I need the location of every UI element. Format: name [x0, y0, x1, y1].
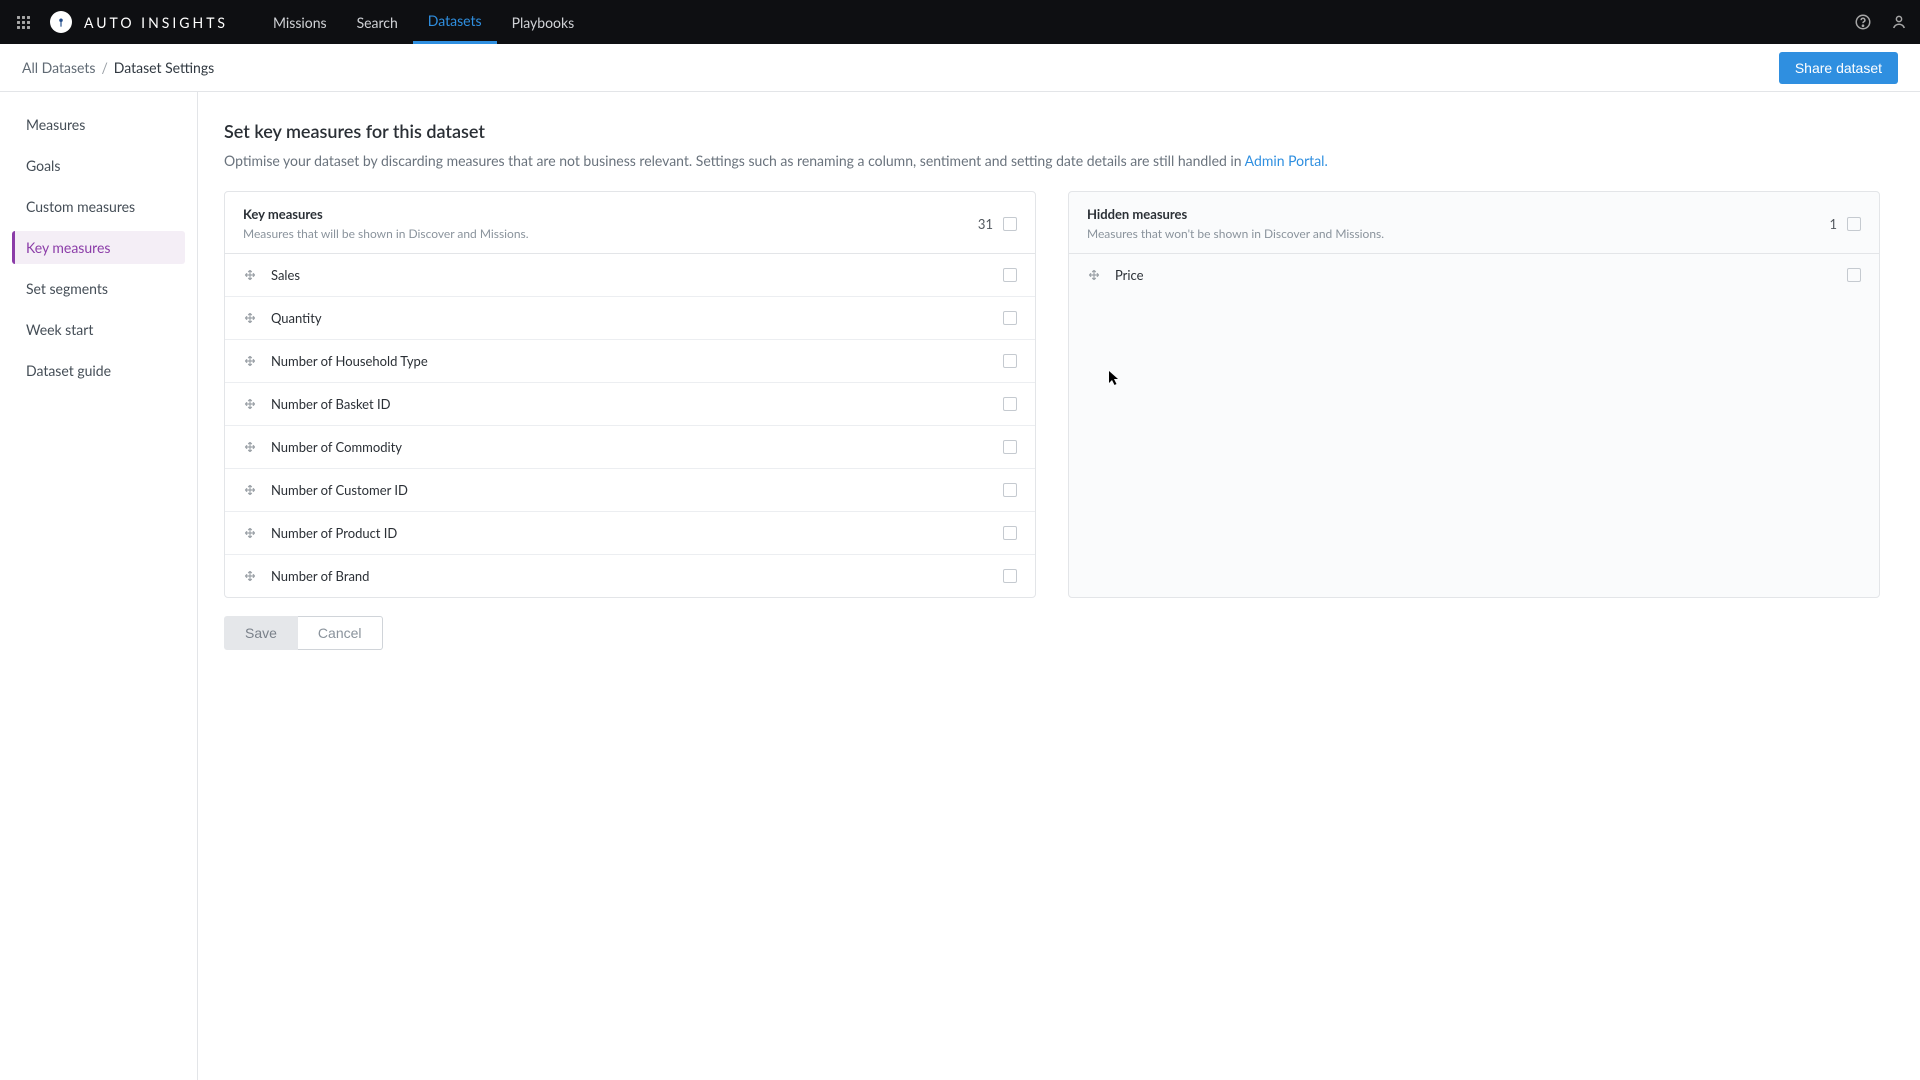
measure-checkbox[interactable] [1003, 569, 1017, 583]
sidebar-item-measures[interactable]: Measures [12, 108, 185, 141]
measure-row[interactable]: Number of Household Type [225, 340, 1035, 383]
save-button[interactable]: Save [224, 616, 298, 650]
drag-handle-icon[interactable] [243, 526, 257, 540]
measure-checkbox[interactable] [1003, 354, 1017, 368]
help-icon[interactable] [1854, 13, 1872, 31]
top-navbar: AUTO INSIGHTS Missions Search Datasets P… [0, 0, 1920, 44]
settings-sidebar: Measures Goals Custom measures Key measu… [0, 92, 198, 1080]
sidebar-item-key-measures[interactable]: Key measures [12, 231, 185, 264]
subheader: All Datasets / Dataset Settings Share da… [0, 44, 1920, 92]
key-select-all-checkbox[interactable] [1003, 217, 1017, 231]
measure-label: Number of Product ID [271, 525, 1003, 541]
hidden-select-all-checkbox[interactable] [1847, 217, 1861, 231]
key-panel-title: Key measures [243, 206, 978, 222]
page-description: Optimise your dataset by discarding meas… [224, 152, 1880, 169]
app-launcher-icon[interactable] [12, 11, 34, 33]
measure-label: Number of Household Type [271, 353, 1003, 369]
main-area: Measures Goals Custom measures Key measu… [0, 92, 1920, 1080]
hidden-panel-header: Hidden measures Measures that won't be s… [1069, 192, 1879, 254]
drag-handle-icon[interactable] [243, 311, 257, 325]
drag-handle-icon[interactable] [1087, 268, 1101, 282]
sidebar-item-goals[interactable]: Goals [12, 149, 185, 182]
drag-handle-icon[interactable] [243, 268, 257, 282]
page-desc-text: Optimise your dataset by discarding meas… [224, 152, 1245, 169]
breadcrumb-parent[interactable]: All Datasets [22, 59, 95, 76]
hidden-panel-title: Hidden measures [1087, 206, 1829, 222]
breadcrumb: All Datasets / Dataset Settings [22, 59, 214, 76]
sidebar-item-dataset-guide[interactable]: Dataset guide [12, 354, 185, 387]
measure-row[interactable]: Number of Brand [225, 555, 1035, 597]
measure-row[interactable]: Number of Customer ID [225, 469, 1035, 512]
breadcrumb-separator: / [101, 59, 107, 76]
measure-checkbox[interactable] [1003, 311, 1017, 325]
admin-portal-link[interactable]: Admin Portal. [1245, 152, 1328, 169]
measure-checkbox[interactable] [1003, 440, 1017, 454]
drag-handle-icon[interactable] [243, 397, 257, 411]
hidden-panel-count: 1 [1829, 216, 1837, 232]
page-title: Set key measures for this dataset [224, 120, 1880, 142]
measure-checkbox[interactable] [1003, 268, 1017, 282]
key-panel-header: Key measures Measures that will be shown… [225, 192, 1035, 254]
breadcrumb-current: Dataset Settings [114, 59, 214, 76]
hidden-panel-subtitle: Measures that won't be shown in Discover… [1087, 226, 1829, 241]
measure-row[interactable]: Price [1069, 254, 1879, 296]
measure-checkbox[interactable] [1003, 526, 1017, 540]
nav-missions[interactable]: Missions [258, 0, 342, 44]
measure-label: Number of Basket ID [271, 396, 1003, 412]
action-bar: Save Cancel [224, 616, 1880, 650]
measure-row[interactable]: Sales [225, 254, 1035, 297]
measure-label: Number of Commodity [271, 439, 1003, 455]
measure-label: Number of Brand [271, 568, 1003, 584]
key-measures-panel: Key measures Measures that will be shown… [224, 191, 1036, 598]
content: Set key measures for this dataset Optimi… [198, 92, 1920, 1080]
drag-handle-icon[interactable] [243, 483, 257, 497]
nav-search[interactable]: Search [342, 0, 413, 44]
brand-mark-icon [50, 11, 72, 33]
key-panel-subtitle: Measures that will be shown in Discover … [243, 226, 978, 241]
measure-checkbox[interactable] [1847, 268, 1861, 282]
user-icon[interactable] [1890, 13, 1908, 31]
measure-label: Price [1115, 267, 1847, 283]
measure-row[interactable]: Quantity [225, 297, 1035, 340]
drag-handle-icon[interactable] [243, 569, 257, 583]
measure-row[interactable]: Number of Commodity [225, 426, 1035, 469]
drag-handle-icon[interactable] [243, 440, 257, 454]
nav-datasets[interactable]: Datasets [413, 0, 497, 44]
sidebar-item-set-segments[interactable]: Set segments [12, 272, 185, 305]
measure-row[interactable]: Number of Product ID [225, 512, 1035, 555]
measure-label: Number of Customer ID [271, 482, 1003, 498]
sidebar-item-custom-measures[interactable]: Custom measures [12, 190, 185, 223]
measure-row[interactable]: Number of Basket ID [225, 383, 1035, 426]
hidden-measures-panel: Hidden measures Measures that won't be s… [1068, 191, 1880, 598]
sidebar-item-week-start[interactable]: Week start [12, 313, 185, 346]
hidden-measure-list[interactable]: Price [1069, 254, 1879, 597]
measure-label: Sales [271, 267, 1003, 283]
key-measure-list[interactable]: Sales Quantity Number of Household Type Num… [225, 254, 1035, 597]
cancel-button[interactable]: Cancel [298, 616, 383, 650]
measure-label: Quantity [271, 310, 1003, 326]
measure-checkbox[interactable] [1003, 483, 1017, 497]
main-nav: Missions Search Datasets Playbooks [258, 0, 589, 44]
share-dataset-button[interactable]: Share dataset [1779, 52, 1898, 84]
nav-playbooks[interactable]: Playbooks [497, 0, 590, 44]
brand-name: AUTO INSIGHTS [84, 14, 228, 31]
measure-checkbox[interactable] [1003, 397, 1017, 411]
measure-panels: Key measures Measures that will be shown… [224, 191, 1880, 598]
key-panel-count: 31 [978, 216, 993, 232]
drag-handle-icon[interactable] [243, 354, 257, 368]
